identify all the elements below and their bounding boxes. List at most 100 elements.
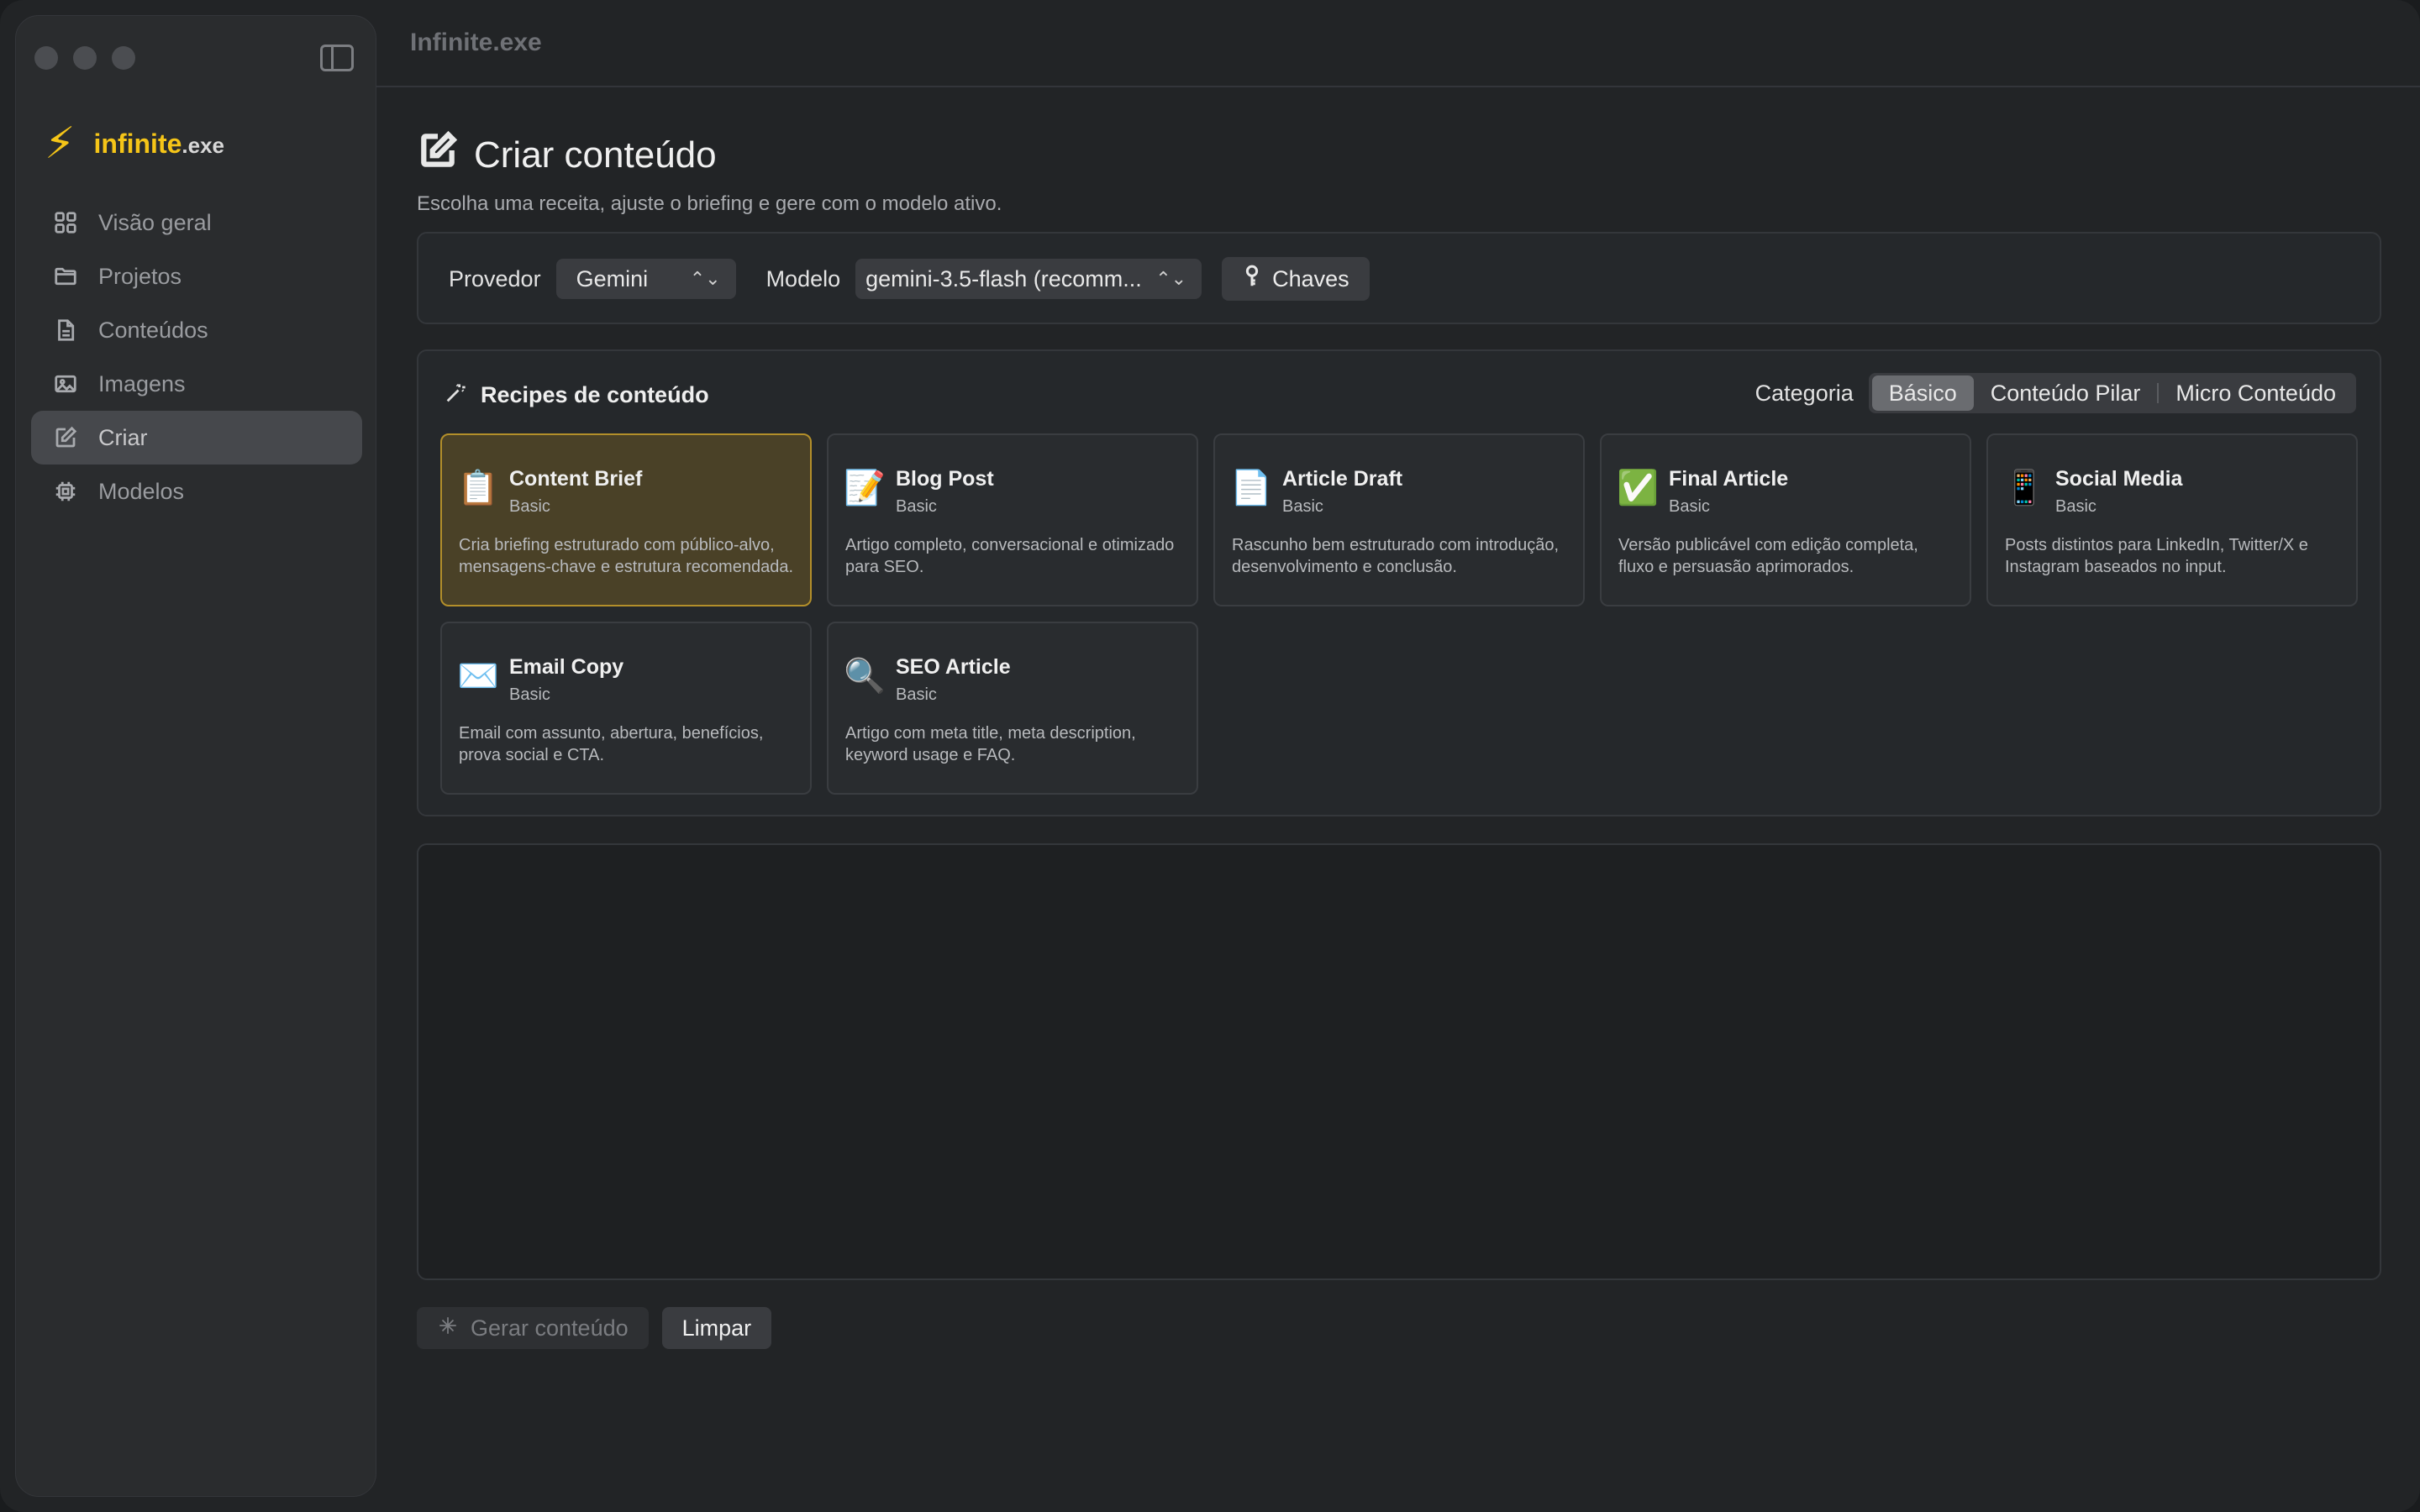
keys-button[interactable]: Chaves [1222, 257, 1370, 301]
generate-content-button[interactable]: Gerar conteúdo [417, 1307, 649, 1349]
recipe-title: Article Draft [1282, 467, 1403, 491]
edit-icon [51, 423, 80, 452]
check-icon: ✅ [1617, 470, 1659, 507]
recipes-panel: Recipes de conteúdo Categoria Básico Con… [417, 349, 2381, 816]
recipe-card-social-media[interactable]: 📱 Social Media Basic Posts distintos par… [1986, 433, 2358, 606]
magic-wand-icon [444, 381, 467, 409]
envelope-icon: ✉️ [457, 658, 499, 695]
category-label: Categoria [1754, 380, 1854, 406]
recipe-title: Social Media [2055, 467, 2183, 491]
clear-button[interactable]: Limpar [661, 1307, 772, 1349]
close-window-button[interactable] [34, 46, 58, 70]
chip-icon [51, 477, 80, 506]
clipboard-icon: 📋 [457, 470, 499, 507]
recipe-tag: Basic [2055, 497, 2096, 516]
provider-select[interactable]: Gemini ⌃⌄ [555, 259, 736, 299]
updown-chevron-icon: ⌃⌄ [689, 268, 721, 289]
page-icon: 📄 [1230, 470, 1272, 507]
brand-logo: ⚡ infinite.exe [45, 122, 224, 165]
recipe-card-content-brief[interactable]: 📋 Content Brief Basic Cria briefing estr… [440, 433, 812, 606]
folder-icon [51, 262, 80, 291]
recipes-title: Recipes de conteúdo [481, 382, 709, 407]
phone-icon: 📱 [2003, 470, 2045, 507]
sidebar: ⚡ infinite.exe Visão geral Projetos Cont… [15, 15, 376, 1497]
category-micro-conteudo[interactable]: Micro Conteúdo [2159, 375, 2353, 411]
briefing-editor[interactable] [417, 843, 2381, 1280]
edit-icon [417, 129, 459, 181]
sidebar-item-projetos[interactable]: Projetos [31, 249, 362, 303]
app-window: ⚡ infinite.exe Visão geral Projetos Cont… [0, 0, 2420, 1512]
image-icon [51, 370, 80, 398]
recipe-card-seo-article[interactable]: 🔍 SEO Article Basic Artigo com meta titl… [827, 622, 1198, 795]
category-conteudo-pilar[interactable]: Conteúdo Pilar [1974, 375, 2158, 411]
window-controls [34, 46, 135, 70]
updown-chevron-icon: ⌃⌄ [1155, 268, 1187, 289]
category-segmented-control: Básico Conteúdo Pilar Micro Conteúdo [1868, 373, 2356, 413]
recipe-title: Final Article [1669, 467, 1789, 491]
recipe-title: Blog Post [896, 467, 994, 491]
clear-label: Limpar [681, 1315, 752, 1341]
model-config-panel: Provedor Gemini ⌃⌄ Modelo gemini-3.5-fla… [417, 232, 2381, 324]
magnifier-icon: 🔍 [844, 658, 886, 695]
recipe-tag: Basic [1282, 497, 1323, 516]
sidebar-item-criar[interactable]: Criar [31, 411, 362, 465]
recipe-description: Artigo completo, conversacional e otimiz… [845, 536, 1175, 576]
sidebar-toggle-icon[interactable] [320, 45, 354, 71]
category-basico[interactable]: Básico [1871, 375, 1974, 411]
sidebar-item-label: Visão geral [98, 209, 212, 235]
recipe-tag: Basic [1669, 497, 1710, 516]
minimize-window-button[interactable] [73, 46, 97, 70]
recipe-card-article-draft[interactable]: 📄 Article Draft Basic Rascunho bem estru… [1213, 433, 1585, 606]
titlebar: Infinite.exe [376, 0, 2420, 87]
recipe-description: Email com assunto, abertura, benefícios,… [459, 724, 764, 764]
document-icon [51, 316, 80, 344]
sparkle-icon [437, 1315, 459, 1342]
brand-name: infinite [93, 128, 182, 159]
sidebar-item-label: Conteúdos [98, 317, 208, 343]
memo-icon: 📝 [844, 470, 886, 507]
recipe-tag: Basic [509, 497, 550, 516]
recipe-description: Posts distintos para LinkedIn, Twitter/X… [2005, 536, 2308, 576]
page-subtitle: Escolha uma receita, ajuste o briefing e… [417, 192, 1002, 215]
sidebar-nav: Visão geral Projetos Conteúdos Imagens C… [31, 196, 362, 518]
recipe-card-blog-post[interactable]: 📝 Blog Post Basic Artigo completo, conve… [827, 433, 1198, 606]
grid-icon [51, 208, 80, 237]
provider-label: Provedor [449, 265, 541, 291]
recipe-description: Rascunho bem estruturado com introdução,… [1232, 536, 1560, 576]
window-title: Infinite.exe [410, 29, 542, 56]
recipe-description: Cria briefing estruturado com público-al… [459, 536, 793, 576]
sidebar-item-label: Modelos [98, 478, 185, 504]
sidebar-item-label: Criar [98, 424, 148, 450]
recipe-card-email-copy[interactable]: ✉️ Email Copy Basic Email com assunto, a… [440, 622, 812, 795]
sidebar-item-conteudos[interactable]: Conteúdos [31, 303, 362, 357]
recipe-tag: Basic [509, 685, 550, 704]
generate-label: Gerar conteúdo [471, 1315, 629, 1341]
brand-ext: .exe [182, 132, 224, 158]
model-select[interactable]: gemini-3.5-flash (recomm... ⌃⌄ [855, 259, 1202, 299]
sidebar-item-visao-geral[interactable]: Visão geral [31, 196, 362, 249]
sidebar-item-imagens[interactable]: Imagens [31, 357, 362, 411]
recipe-description: Versão publicável com edição completa, f… [1618, 536, 1918, 576]
recipe-title: Content Brief [509, 467, 643, 491]
lightning-icon: ⚡ [45, 119, 76, 168]
keys-label: Chaves [1272, 265, 1349, 291]
category-filter: Categoria Básico Conteúdo Pilar Micro Co… [1755, 373, 2356, 413]
sidebar-item-label: Projetos [98, 263, 182, 289]
recipe-title: SEO Article [896, 655, 1011, 679]
key-icon [1242, 264, 1262, 295]
recipe-card-final-article[interactable]: ✅ Final Article Basic Versão publicável … [1600, 433, 1971, 606]
recipe-description: Artigo com meta title, meta description,… [845, 724, 1136, 764]
zoom-window-button[interactable] [112, 46, 135, 70]
page-title: Criar conteúdo [417, 129, 1002, 181]
page-header: Criar conteúdo Escolha uma receita, ajus… [417, 129, 1002, 216]
page-title-text: Criar conteúdo [474, 134, 717, 176]
model-value: gemini-3.5-flash (recomm... [865, 265, 1142, 291]
sidebar-item-label: Imagens [98, 370, 186, 396]
action-bar: Gerar conteúdo Limpar [417, 1307, 772, 1349]
recipe-tag: Basic [896, 685, 937, 704]
recipe-tag: Basic [896, 497, 937, 516]
provider-value: Gemini [576, 265, 649, 291]
model-label: Modelo [765, 265, 841, 291]
sidebar-item-modelos[interactable]: Modelos [31, 465, 362, 518]
recipe-title: Email Copy [509, 655, 624, 679]
